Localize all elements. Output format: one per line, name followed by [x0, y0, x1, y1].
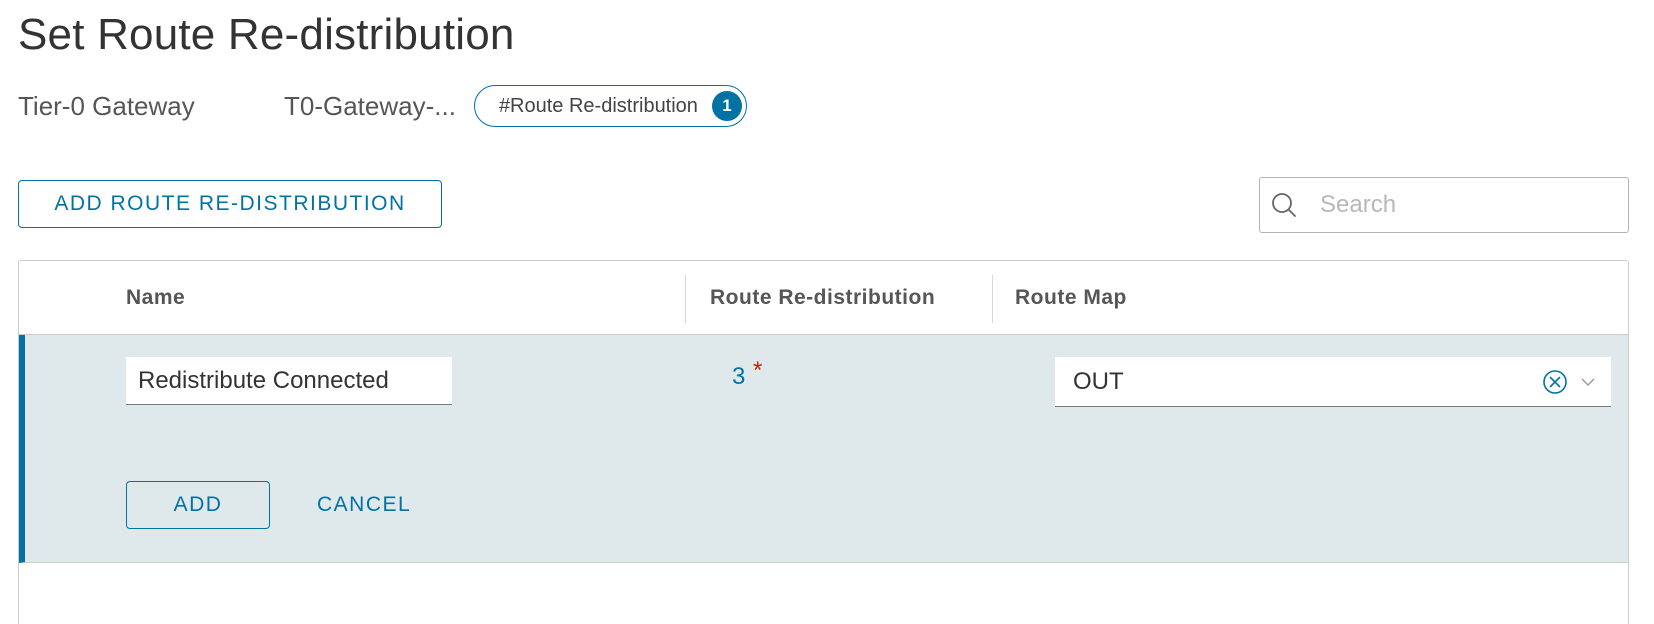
close-circle-icon[interactable]	[1541, 368, 1569, 396]
search-box[interactable]	[1259, 177, 1629, 233]
column-divider[interactable]	[685, 275, 686, 323]
tag-label: #Route Re-distribution	[498, 94, 698, 117]
gateway-name: T0-Gateway-...	[284, 90, 456, 121]
route-map-value: OUT	[1073, 367, 1124, 395]
route-map-select[interactable]: OUT	[1055, 357, 1611, 407]
column-header-name[interactable]: Name	[126, 261, 185, 335]
add-button[interactable]: ADD	[126, 481, 270, 529]
required-marker: *	[753, 357, 763, 384]
add-route-redistribution-button[interactable]: ADD ROUTE RE-DISTRIBUTION	[18, 180, 442, 228]
gateway-meta-row: Tier-0 Gateway T0-Gateway-... #Route Re-…	[18, 85, 747, 127]
route-redistribution-count-link[interactable]: 3	[732, 363, 745, 391]
page-title: Set Route Re-distribution	[18, 10, 515, 59]
tag-count-badge: 1	[711, 91, 742, 121]
column-header-route-redistribution[interactable]: Route Re-distribution	[710, 261, 935, 335]
route-redistribution-grid: Name Route Re-distribution Route Map 3 *…	[18, 260, 1629, 624]
search-input[interactable]	[1320, 191, 1610, 219]
cancel-button[interactable]: CANCEL	[307, 481, 421, 529]
name-input[interactable]	[126, 357, 452, 405]
column-divider[interactable]	[992, 275, 993, 323]
route-redistribution-tag[interactable]: #Route Re-distribution 1	[473, 85, 747, 127]
gateway-type-label: Tier-0 Gateway	[18, 90, 195, 121]
edit-row: 3 * OUT ADD CANCEL	[19, 335, 1628, 563]
grid-header: Name Route Re-distribution Route Map	[19, 261, 1628, 335]
column-header-route-map[interactable]: Route Map	[1015, 261, 1127, 335]
route-redistribution-page: Set Route Re-distribution Tier-0 Gateway…	[0, 0, 1654, 624]
search-icon	[1272, 193, 1296, 217]
chevron-down-icon[interactable]	[1579, 373, 1597, 391]
